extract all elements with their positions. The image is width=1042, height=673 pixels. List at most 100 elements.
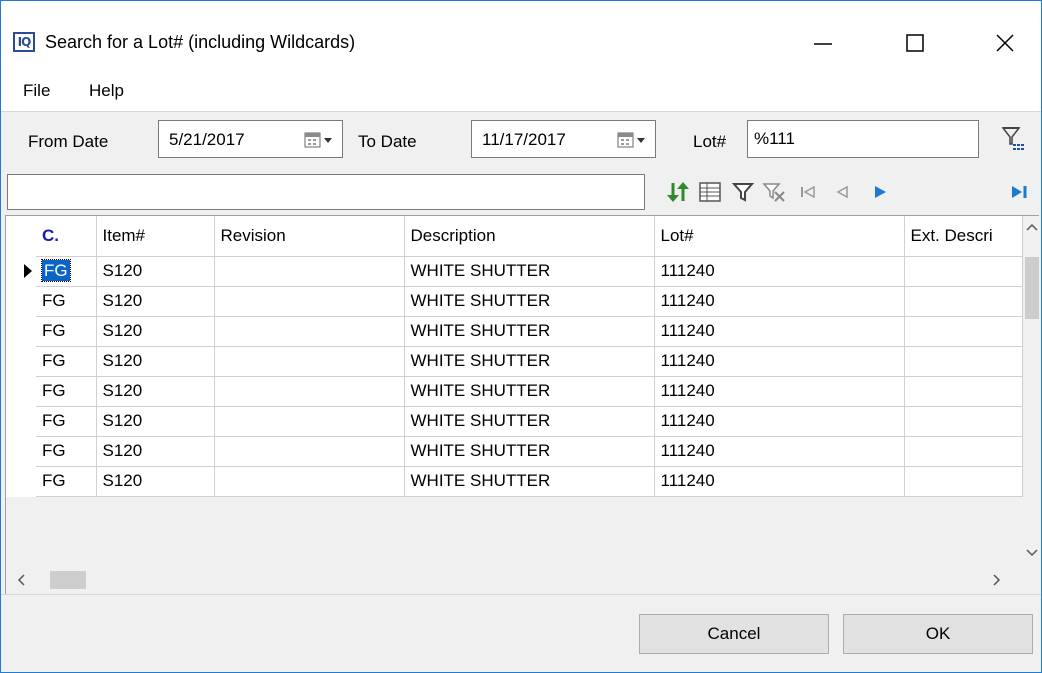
app-logo-icon: IQ: [13, 32, 35, 52]
calendar-dropdown-icon[interactable]: [617, 131, 647, 149]
clear-filter-icon[interactable]: [761, 179, 787, 205]
cancel-button[interactable]: Cancel: [639, 614, 829, 654]
menu-help[interactable]: Help: [89, 81, 124, 101]
table-row[interactable]: FG S120 WHITE SHUTTER 111240: [6, 436, 1023, 467]
table-cell[interactable]: WHITE SHUTTER: [404, 346, 655, 377]
row-indicator: [6, 466, 36, 496]
table-cell[interactable]: S120: [96, 316, 215, 347]
table-cell[interactable]: FG: [36, 256, 97, 287]
ok-button[interactable]: OK: [843, 614, 1033, 654]
table-cell[interactable]: S120: [96, 436, 215, 467]
table-cell[interactable]: FG: [36, 376, 97, 407]
table-cell[interactable]: FG: [36, 316, 97, 347]
table-cell[interactable]: [214, 256, 405, 287]
table-cell[interactable]: [904, 346, 1023, 377]
prior-record-icon[interactable]: [829, 179, 855, 205]
table-cell[interactable]: 111240: [654, 316, 905, 347]
table-cell[interactable]: [904, 316, 1023, 347]
scroll-left-icon: [17, 574, 25, 586]
column-header[interactable]: Item#: [96, 216, 215, 257]
table-cell[interactable]: [214, 376, 405, 407]
close-button[interactable]: [977, 21, 1033, 65]
scroll-down-icon: [1026, 549, 1038, 557]
horizontal-scroll-thumb[interactable]: [50, 571, 86, 589]
calendar-dropdown-icon[interactable]: [304, 131, 334, 149]
table-row[interactable]: FG S120 WHITE SHUTTER 111240: [6, 346, 1023, 377]
table-cell[interactable]: [214, 466, 405, 497]
search-input[interactable]: [7, 174, 645, 210]
last-record-icon[interactable]: [1006, 179, 1032, 205]
table-row[interactable]: FG S120 WHITE SHUTTER 111240: [6, 316, 1023, 347]
table-cell[interactable]: 111240: [654, 436, 905, 467]
table-cell[interactable]: FG: [36, 286, 97, 317]
table-cell[interactable]: [214, 346, 405, 377]
table-cell[interactable]: WHITE SHUTTER: [404, 376, 655, 407]
cell-value: 111240: [660, 291, 715, 310]
table-cell[interactable]: FG: [36, 436, 97, 467]
apply-filter-button[interactable]: [997, 124, 1027, 154]
table-cell[interactable]: [214, 316, 405, 347]
minimize-icon: [814, 43, 832, 45]
row-indicator: [6, 346, 36, 376]
menu-file[interactable]: File: [23, 81, 50, 101]
first-record-icon[interactable]: [795, 179, 821, 205]
table-cell[interactable]: 111240: [654, 346, 905, 377]
table-cell[interactable]: S120: [96, 466, 215, 497]
minimize-button[interactable]: [795, 21, 851, 65]
table-cell[interactable]: S120: [96, 376, 215, 407]
column-header[interactable]: Ext. Descri: [904, 216, 1023, 257]
table-cell[interactable]: FG: [36, 406, 97, 437]
table-cell[interactable]: [904, 286, 1023, 317]
table-cell[interactable]: [904, 406, 1023, 437]
table-cell[interactable]: WHITE SHUTTER: [404, 436, 655, 467]
lot-input[interactable]: [747, 120, 979, 158]
table-cell[interactable]: WHITE SHUTTER: [404, 406, 655, 437]
column-header[interactable]: Lot#: [654, 216, 905, 257]
table-cell[interactable]: WHITE SHUTTER: [404, 286, 655, 317]
table-row[interactable]: FG S120 WHITE SHUTTER 111240: [6, 256, 1023, 287]
table-cell[interactable]: 111240: [654, 286, 905, 317]
cell-value: FG: [42, 381, 66, 400]
table-cell[interactable]: FG: [36, 466, 97, 497]
to-date-picker[interactable]: 11/17/2017: [471, 120, 656, 158]
table-cell[interactable]: S120: [96, 256, 215, 287]
table-cell[interactable]: FG: [36, 346, 97, 377]
table-row[interactable]: FG S120 WHITE SHUTTER 111240: [6, 406, 1023, 437]
vertical-scrollbar[interactable]: [1023, 216, 1039, 562]
table-cell[interactable]: [214, 436, 405, 467]
horizontal-scrollbar[interactable]: [6, 568, 1023, 592]
table-cell[interactable]: 111240: [654, 256, 905, 287]
sort-icon[interactable]: [665, 179, 691, 205]
table-cell[interactable]: S120: [96, 406, 215, 437]
table-cell[interactable]: WHITE SHUTTER: [404, 466, 655, 497]
filter-icon[interactable]: [730, 179, 756, 205]
current-row-arrow-icon: [24, 264, 32, 278]
cell-value: S120: [102, 351, 143, 370]
table-cell[interactable]: [214, 406, 405, 437]
from-date-picker[interactable]: 5/21/2017: [158, 120, 343, 158]
column-header[interactable]: Description: [404, 216, 655, 257]
table-row[interactable]: FG S120 WHITE SHUTTER 111240: [6, 376, 1023, 407]
table-cell[interactable]: [904, 466, 1023, 497]
column-header[interactable]: C.: [36, 216, 97, 257]
table-cell[interactable]: 111240: [654, 466, 905, 497]
table-cell[interactable]: [904, 436, 1023, 467]
table-cell[interactable]: 111240: [654, 406, 905, 437]
table-cell[interactable]: [214, 286, 405, 317]
table-cell[interactable]: WHITE SHUTTER: [404, 316, 655, 347]
maximize-button[interactable]: [887, 21, 943, 65]
next-record-icon[interactable]: [867, 179, 893, 205]
columns-icon[interactable]: [697, 179, 723, 205]
table-cell[interactable]: S120: [96, 286, 215, 317]
table-cell[interactable]: [904, 376, 1023, 407]
column-header[interactable]: Revision: [214, 216, 405, 257]
table-cell[interactable]: 111240: [654, 376, 905, 407]
table-row[interactable]: FG S120 WHITE SHUTTER 111240: [6, 466, 1023, 497]
table-cell[interactable]: S120: [96, 346, 215, 377]
cell-value: 111240: [660, 321, 715, 340]
table-cell[interactable]: [904, 256, 1023, 287]
cell-value: 111240: [660, 471, 715, 490]
table-cell[interactable]: WHITE SHUTTER: [404, 256, 655, 287]
vertical-scroll-thumb[interactable]: [1025, 257, 1039, 319]
table-row[interactable]: FG S120 WHITE SHUTTER 111240: [6, 286, 1023, 317]
